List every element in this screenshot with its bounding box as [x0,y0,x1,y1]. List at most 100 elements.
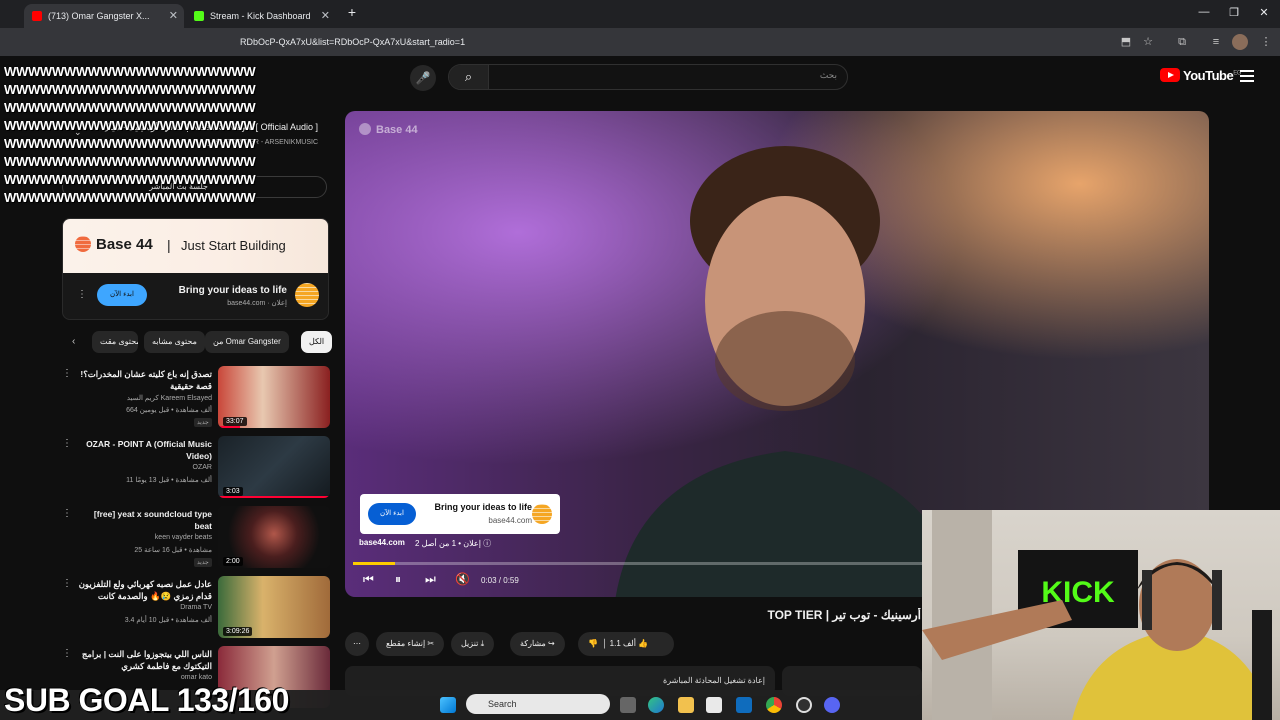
video-meta: 25 مشاهدة • قبل 16 ساعة [134,547,212,554]
channel-name[interactable]: keen vayder beats [78,534,212,541]
ad-banner-image: Base 44 | Just Start Building [63,219,328,273]
minimize-button[interactable]: — [1194,6,1214,18]
chat-spam-line: WWWWWWWWWWWWWWWWWWWWW [4,118,256,133]
chat-spam-line: WWWWWWWWWWWWWWWWWWWWW [4,154,256,169]
sidebar-ad[interactable]: Base 44 | Just Start Building ⋮ ابدء الآ… [62,218,329,320]
share-button[interactable]: مشاركة ↪ [510,632,565,656]
video-title[interactable]: عادل عمل نصبه كهربائي ولع التلفزيون قدام… [78,578,212,602]
more-actions-button[interactable]: ⋯ [345,632,369,656]
video-meta: 664 ألف مشاهدة • قبل يومين [126,407,212,414]
next-icon[interactable]: ⏭ [425,572,436,587]
ad-info[interactable]: إعلان • 1 من أصل 2 ⓘ [415,538,491,549]
url-field[interactable]: RDbOcP-QxA7xU&list=RDbOcP-QxA7xU&start_r… [240,32,1100,52]
search-icon[interactable]: ⌕ [449,65,489,89]
close-tab-icon[interactable]: ✕ [321,4,330,28]
voice-search-button[interactable]: 🎤 [410,65,436,91]
video-title: أرسينيك - توب تير | TOP TIER - [765,608,921,622]
close-tab-icon[interactable]: ✕ [169,4,178,28]
browser-menu-icon[interactable]: ⋮ [1258,34,1274,50]
ad-separator: | [167,237,171,253]
file-explorer-icon[interactable] [678,697,694,713]
outlook-icon[interactable] [736,697,752,713]
chip-from-channel[interactable]: من Omar Gangster [205,331,289,353]
chat-spam-line: WWWWWWWWWWWWWWWWWWWWW [4,82,256,97]
new-tab-button[interactable]: + [342,4,362,20]
ad-brand: Base 44 [75,236,153,253]
channel-name[interactable]: OZAR [78,464,212,471]
new-badge: جديد [194,418,212,427]
streamer-webcam: KICK [922,510,1280,720]
obs-icon[interactable] [796,697,812,713]
sub-goal-overlay: SUB GOAL 133/160 [4,682,289,718]
taskbar-search[interactable]: Search [466,694,610,714]
ad-tagline: Just Start Building [181,238,286,253]
ad-card-start-button[interactable]: ابدء الآن [368,503,416,525]
more-options-icon[interactable]: ⋮ [77,289,87,300]
windows-start-icon[interactable] [440,697,456,713]
pause-icon[interactable]: ⏸ [395,572,401,587]
list-item[interactable]: 3:03 ⋮ OZAR - POINT A (Official Music Vi… [60,436,330,502]
duration-badge: 3:03 [223,487,243,496]
tab-kick-dashboard[interactable]: Stream - Kick Dashboard ✕ [186,4,336,28]
mute-icon[interactable]: 🔇 [455,572,470,586]
base44-logo-icon [532,504,552,524]
address-bar-row: RDbOcP-QxA7xU&list=RDbOcP-QxA7xU&start_r… [0,28,1280,56]
task-view-icon[interactable] [620,697,636,713]
chip-similar[interactable]: محتوى مشابه [144,331,205,353]
clip-button[interactable]: إنشاء مقطع ✂ [376,632,445,656]
more-options-icon[interactable]: ⋮ [62,438,72,449]
base44-logo-icon [295,283,319,307]
video-title[interactable]: تصدق إنه باع كليته عشان المخدرات؟! قصة ح… [78,368,212,392]
time-display: 0:03 / 0:59 [481,576,519,585]
more-options-icon[interactable]: ⋮ [62,368,72,379]
channel-name[interactable]: omar kato [78,674,212,681]
chevron-left-icon[interactable]: ‹ [72,336,75,347]
chip-all[interactable]: الكل [301,331,333,353]
stream-chat-overlay: WWWWWWWWWWWWWWWWWWWWW WWWWWWWWWWWWWWWWWWW… [4,63,256,207]
youtube-logo[interactable]: YouTubeEG [1160,68,1241,86]
video-title[interactable]: الناس اللي بيتجوزوا على النت | برامج الت… [78,648,212,672]
more-options-icon[interactable]: ⋮ [62,508,72,519]
profile-avatar[interactable] [1232,34,1248,50]
media-control-icon[interactable]: ≡ [1208,34,1224,50]
more-options-icon[interactable]: ⋮ [62,578,72,589]
more-options-icon[interactable]: ⋮ [62,648,72,659]
store-icon[interactable] [706,697,722,713]
chat-spam-line: WWWWWWWWWWWWWWWWWWWWW [4,172,256,187]
channel-name[interactable]: Drama TV [78,604,212,611]
kick-favicon-icon [194,11,204,21]
video-title[interactable]: OZAR - POINT A (Official Music Video) [78,438,212,462]
search-box[interactable]: ⌕ بحث [448,64,848,90]
list-item[interactable]: 33:07 ⋮ تصدق إنه باع كليته عشان المخدرات… [60,366,330,432]
discord-icon[interactable] [824,697,840,713]
restore-button[interactable]: ❐ [1224,6,1244,19]
browser-tab-bar: (713) Omar Gangster X... ✕ Stream - Kick… [0,0,1280,28]
chip-more-content[interactable]: محتوى مقت [92,331,138,353]
duration-badge: 33:07 [223,417,247,426]
tab-youtube[interactable]: (713) Omar Gangster X... ✕ [24,4,184,28]
search-input[interactable]: بحث [820,70,837,81]
previous-icon[interactable]: ⏮ [363,572,374,587]
webcam-scene: KICK [922,510,1272,720]
hamburger-menu-icon[interactable] [1240,70,1254,82]
chrome-icon[interactable] [766,697,782,713]
video-meta: 11 ألف مشاهدة • قبل 13 يومًا [126,477,212,484]
new-badge: جديد [194,558,212,567]
ad-domain-link[interactable]: base44.com [359,538,405,547]
video-ad-card[interactable]: ابدء الآن Bring your ideas to life base4… [360,494,560,534]
extensions-icon[interactable]: ⧉ [1174,34,1190,50]
close-window-button[interactable]: ✕ [1254,6,1274,19]
download-button[interactable]: تنزيل ⤓ [451,632,495,656]
chat-spam-line: WWWWWWWWWWWWWWWWWWWWW [4,64,256,79]
video-title[interactable]: [free] yeat x soundcloud type beat [78,508,212,532]
channel-name[interactable]: كريم السيد Kareem Elsayed [78,394,212,402]
ad-start-button[interactable]: ابدء الآن [97,284,147,306]
ad-headline: Bring your ideas to life [178,285,287,296]
youtube-favicon-icon [32,11,42,21]
edge-icon[interactable] [648,697,664,713]
bookmark-star-icon[interactable]: ☆ [1140,34,1156,50]
list-item[interactable]: 2:00 ⋮ [free] yeat x soundcloud type bea… [60,506,330,572]
install-app-icon[interactable]: ⬒ [1118,34,1134,50]
like-dislike-group[interactable]: 👎 │ 1.1 ألف 👍 [578,632,674,656]
list-item[interactable]: 3:09:26 ⋮ عادل عمل نصبه كهربائي ولع التل… [60,576,330,642]
